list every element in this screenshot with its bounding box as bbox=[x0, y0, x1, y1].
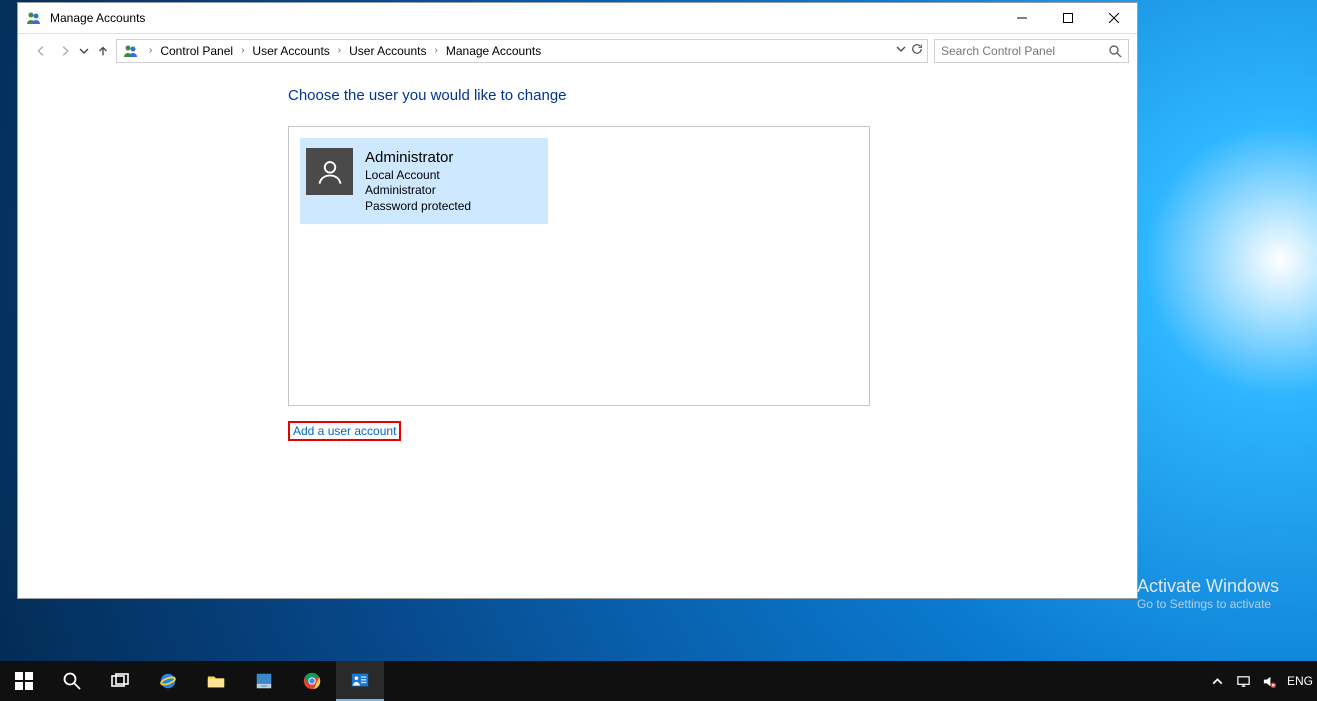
minimize-button[interactable] bbox=[999, 3, 1045, 33]
user-name: Administrator bbox=[365, 148, 471, 168]
search-icon[interactable] bbox=[1108, 44, 1122, 58]
forward-button[interactable] bbox=[54, 40, 76, 62]
user-card[interactable]: Administrator Local Account Administrato… bbox=[300, 138, 548, 224]
add-user-account-link[interactable]: Add a user account bbox=[288, 421, 401, 441]
user-pw-status: Password protected bbox=[365, 199, 471, 215]
breadcrumb-sep: › bbox=[429, 45, 444, 56]
address-right bbox=[895, 43, 923, 58]
close-button[interactable] bbox=[1091, 3, 1137, 33]
file-explorer-icon[interactable] bbox=[192, 661, 240, 701]
manage-accounts-window: Manage Accounts › Control Panel › User A… bbox=[17, 2, 1138, 599]
address-dropdown[interactable] bbox=[895, 43, 907, 58]
history-dropdown[interactable] bbox=[78, 40, 90, 62]
page-heading: Choose the user you would like to change bbox=[288, 87, 1137, 104]
breadcrumb-sep: › bbox=[143, 45, 158, 56]
network-icon[interactable] bbox=[1235, 672, 1253, 690]
user-role: Administrator bbox=[365, 183, 471, 199]
taskbar: ENG bbox=[0, 661, 1317, 701]
search-input[interactable] bbox=[941, 44, 1108, 58]
breadcrumb-item[interactable]: Control Panel bbox=[158, 44, 235, 58]
search-button[interactable] bbox=[48, 661, 96, 701]
task-view-button[interactable] bbox=[96, 661, 144, 701]
breadcrumb-item[interactable]: User Accounts bbox=[250, 44, 331, 58]
users-icon bbox=[123, 43, 139, 59]
tray-overflow-icon[interactable] bbox=[1209, 672, 1227, 690]
internet-explorer-icon[interactable] bbox=[144, 661, 192, 701]
start-button[interactable] bbox=[0, 661, 48, 701]
refresh-button[interactable] bbox=[911, 43, 923, 58]
search-box[interactable] bbox=[934, 39, 1129, 63]
up-button[interactable] bbox=[92, 40, 114, 62]
navbar: › Control Panel › User Accounts › User A… bbox=[18, 33, 1137, 67]
window-title: Manage Accounts bbox=[50, 11, 145, 25]
content-area: Choose the user you would like to change… bbox=[18, 67, 1137, 598]
breadcrumb-sep: › bbox=[332, 45, 347, 56]
maximize-button[interactable] bbox=[1045, 3, 1091, 33]
users-icon bbox=[26, 10, 42, 26]
breadcrumb-item[interactable]: User Accounts bbox=[347, 44, 428, 58]
activate-sub: Go to Settings to activate bbox=[1137, 597, 1317, 611]
volume-icon[interactable] bbox=[1261, 672, 1279, 690]
activate-title: Activate Windows bbox=[1137, 576, 1317, 597]
system-tray: ENG bbox=[1209, 672, 1317, 690]
address-bar[interactable]: › Control Panel › User Accounts › User A… bbox=[116, 39, 928, 63]
chrome-icon[interactable] bbox=[288, 661, 336, 701]
server-manager-icon[interactable] bbox=[240, 661, 288, 701]
activate-windows-overlay: Activate Windows Go to Settings to activ… bbox=[1137, 576, 1317, 611]
control-panel-task-icon[interactable] bbox=[336, 661, 384, 701]
avatar-icon bbox=[306, 148, 353, 195]
titlebar: Manage Accounts bbox=[18, 3, 1137, 33]
user-type: Local Account bbox=[365, 168, 471, 184]
user-list: Administrator Local Account Administrato… bbox=[288, 126, 870, 406]
breadcrumb-sep: › bbox=[235, 45, 250, 56]
language-indicator[interactable]: ENG bbox=[1287, 674, 1313, 688]
breadcrumb-item[interactable]: Manage Accounts bbox=[444, 44, 543, 58]
window-buttons bbox=[999, 3, 1137, 33]
back-button[interactable] bbox=[30, 40, 52, 62]
user-info: Administrator Local Account Administrato… bbox=[365, 148, 471, 214]
